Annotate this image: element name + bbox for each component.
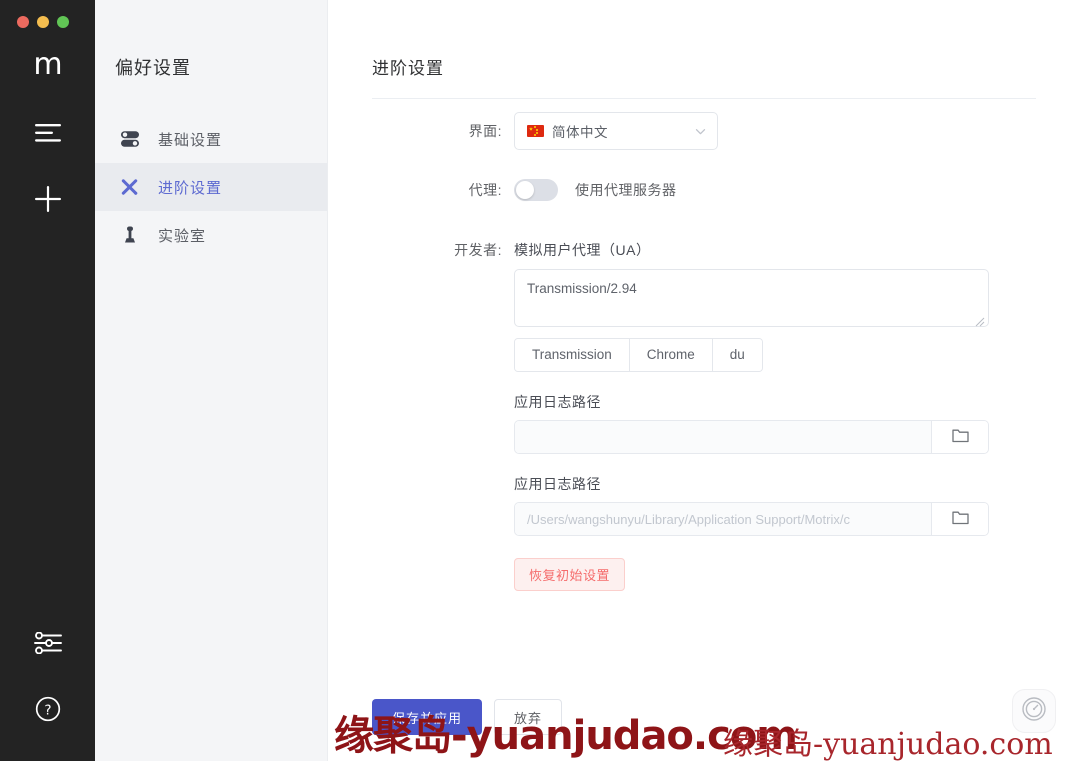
user-agent-preset-group: Transmission Chrome du [514,338,763,372]
app-logo: m [33,47,62,82]
speedometer-icon [1021,696,1047,727]
app-rail: m ? [0,0,95,761]
user-agent-title: 模拟用户代理（UA） [514,242,651,258]
rail-item-add-task[interactable] [0,179,95,219]
form-row-proxy: 代理: 使用代理服务器 [328,171,1086,209]
developer-label: 开发者: [454,242,502,258]
preferences-title: 偏好设置 [115,58,191,78]
rail-item-preferences[interactable] [0,623,95,663]
sidebar-item-lab[interactable]: 实验室 [95,211,327,259]
form-row-interface: 界面: 简体中文 [328,112,1086,150]
folder-icon [951,510,969,528]
log-path-2-input[interactable] [515,503,931,535]
sidebar-item-label: 实验室 [158,227,207,245]
sidebar-item-label: 进阶设置 [158,179,223,197]
header-divider [372,98,1036,99]
minimize-window-button[interactable] [37,16,49,28]
user-agent-field-wrapper [514,269,989,327]
discard-button[interactable]: 放弃 [494,699,563,735]
speedometer-button[interactable] [1012,689,1056,733]
folder-icon [951,428,969,446]
task-list-icon [34,124,61,142]
rail-item-tasks[interactable] [0,113,95,153]
cn-flag-icon [527,125,544,137]
log-path-2-browse-button[interactable] [931,503,988,535]
window-traffic-lights [17,16,69,28]
preset-chrome-button[interactable]: Chrome [629,339,713,371]
preferences-sidebar: 偏好设置 基础设置 进阶设置 实验室 [95,0,328,761]
proxy-toggle-label: 使用代理服务器 [575,182,677,198]
preferences-nav: 基础设置 进阶设置 实验室 [95,115,327,259]
page-title: 进阶设置 [372,59,444,78]
form-actions: 保存并应用 放弃 [372,699,563,735]
language-select[interactable]: 简体中文 [514,112,718,150]
advanced-settings-form: 界面: 简体中文 代理: 使用代理服务器 开发者: 模拟用户代理（UA） Tra… [328,112,1086,603]
preset-transmission-button[interactable]: Transmission [515,339,630,371]
toggle-knob [516,181,534,199]
form-row-developer: 开发者: 模拟用户代理（UA） Transmission/2.94 Transm… [328,231,1086,591]
reset-settings-button[interactable]: 恢复初始设置 [514,558,626,591]
log-path-2-group [514,502,989,536]
flask-icon [120,225,140,245]
log-path-1-label: 应用日志路径 [514,394,601,410]
toggles-icon [120,129,140,149]
rail-item-help[interactable]: ? [0,689,95,729]
sidebar-item-label: 基础设置 [158,131,223,149]
save-button[interactable]: 保存并应用 [372,699,483,735]
zoom-window-button[interactable] [57,16,69,28]
preset-du-button[interactable]: du [712,339,762,371]
help-circle-icon: ? [35,696,61,722]
language-select-value: 简体中文 [552,125,608,140]
interface-label: 界面: [468,123,502,139]
user-agent-input[interactable] [514,269,989,327]
sidebar-item-advanced-settings[interactable]: 进阶设置 [95,163,327,211]
proxy-toggle[interactable] [514,179,558,201]
log-path-1-group [514,420,989,454]
tools-icon [120,177,140,197]
svg-text:?: ? [44,702,51,718]
chevron-down-icon [694,125,707,138]
log-path-2-label: 应用日志路径 [514,476,601,492]
app-window: m ? 偏好设置 基础设置 进阶设置 实验室 进阶设置 界面: 简体中文 代理:… [0,0,1086,761]
sliders-icon [33,632,62,654]
sidebar-item-basic-settings[interactable]: 基础设置 [95,115,327,163]
proxy-label: 代理: [468,182,502,198]
log-path-1-input[interactable] [515,421,931,453]
main-content: 进阶设置 界面: 简体中文 代理: 使用代理服务器 开发者: 模拟用户代理（UA… [328,0,1086,761]
plus-icon [34,185,62,213]
log-path-1-browse-button[interactable] [931,421,988,453]
close-window-button[interactable] [17,16,29,28]
